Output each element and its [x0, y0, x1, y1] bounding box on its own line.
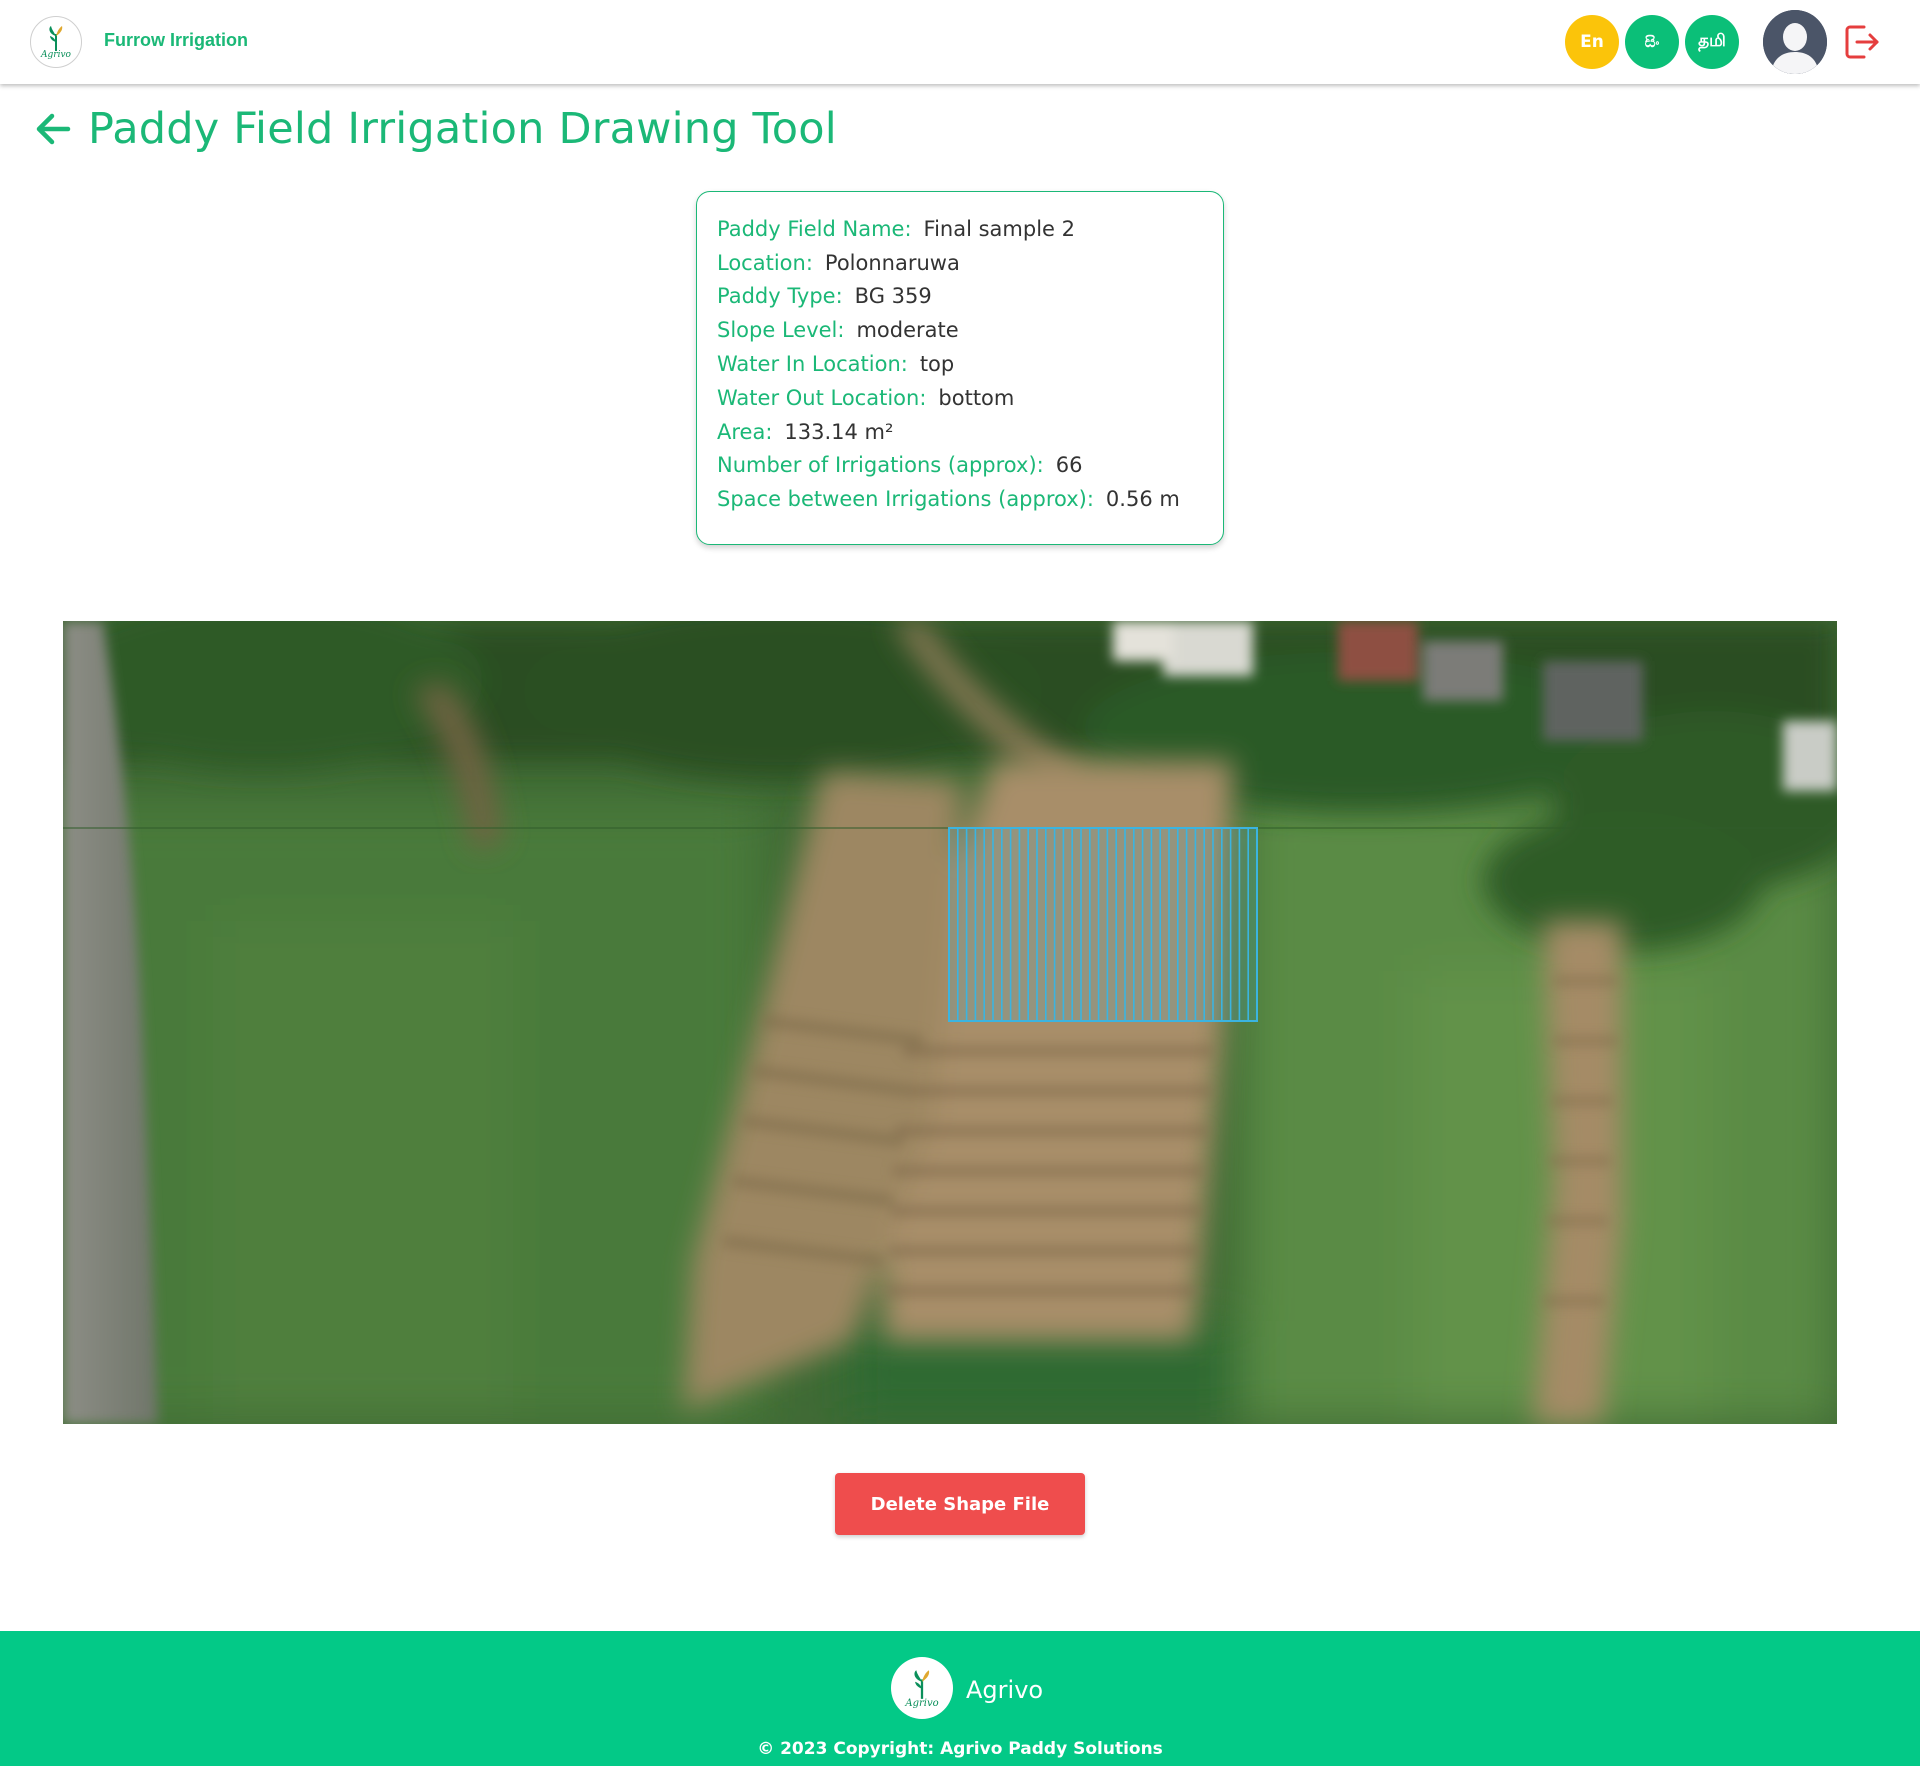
info-value: 0.56 m — [1105, 487, 1180, 512]
info-row-water-in: Water In Location: top — [717, 347, 1223, 381]
logo-text: Agrivo — [905, 1697, 939, 1709]
info-label: Paddy Type: — [717, 284, 843, 309]
info-value: Polonnaruwa — [824, 250, 960, 275]
rice-plant-icon — [49, 26, 63, 51]
page-heading: Paddy Field Irrigation Drawing Tool — [32, 104, 837, 154]
info-value: 133.14 m² — [784, 419, 894, 444]
language-en-button[interactable]: En — [1565, 15, 1619, 69]
info-label: Slope Level: — [717, 318, 845, 343]
info-row-location: Location: Polonnaruwa — [717, 246, 1223, 280]
info-row-irrigation-count: Number of Irrigations (approx): 66 — [717, 449, 1223, 483]
info-label: Number of Irrigations (approx): — [717, 453, 1044, 478]
info-value: BG 359 — [854, 284, 932, 309]
info-value: 66 — [1055, 453, 1083, 478]
delete-shape-file-button[interactable]: Delete Shape File — [835, 1473, 1085, 1535]
irrigation-overlay[interactable] — [948, 827, 1258, 1022]
info-row-area: Area: 133.14 m² — [717, 415, 1223, 449]
info-label: Water Out Location: — [717, 385, 927, 410]
user-avatar-icon[interactable] — [1763, 10, 1827, 74]
footer: Agrivo Agrivo © 2023 Copyright: Agrivo P… — [0, 1631, 1920, 1766]
field-info-card: Paddy Field Name: Final sample 2 Locatio… — [696, 191, 1224, 545]
info-row-field-name: Paddy Field Name: Final sample 2 — [717, 212, 1223, 246]
page-title: Paddy Field Irrigation Drawing Tool — [88, 104, 837, 154]
info-label: Paddy Field Name: — [717, 216, 912, 241]
arrow-left-icon[interactable] — [32, 108, 74, 150]
info-value: moderate — [856, 318, 959, 343]
satellite-map[interactable] — [63, 621, 1837, 1424]
info-value: Final sample 2 — [923, 216, 1075, 241]
info-value: top — [919, 352, 955, 377]
rice-plant-icon — [914, 1669, 930, 1699]
logo-text: Agrivo — [41, 50, 71, 60]
footer-brand: Agrivo — [966, 1676, 1044, 1704]
info-label: Space between Irrigations (approx): — [717, 487, 1094, 512]
info-label: Location: — [717, 250, 813, 275]
info-row-water-out: Water Out Location: bottom — [717, 381, 1223, 415]
info-label: Water In Location: — [717, 352, 908, 377]
footer-logo: Agrivo — [891, 1657, 953, 1719]
agrivo-logo[interactable]: Agrivo — [30, 16, 82, 68]
logout-icon[interactable] — [1842, 22, 1882, 62]
furrow-irrigation-link[interactable]: Furrow Irrigation — [104, 30, 248, 51]
info-label: Area: — [717, 419, 773, 444]
language-si-button[interactable]: සිං — [1625, 15, 1679, 69]
footer-copyright: © 2023 Copyright: Agrivo Paddy Solutions — [757, 1739, 1163, 1759]
info-value: bottom — [938, 385, 1015, 410]
language-ta-button[interactable]: தமி — [1685, 15, 1739, 69]
info-row-paddy-type: Paddy Type: BG 359 — [717, 280, 1223, 314]
info-row-slope-level: Slope Level: moderate — [717, 313, 1223, 347]
top-navbar: Agrivo Furrow Irrigation En සිං தமி — [0, 0, 1920, 84]
info-row-irrigation-spacing: Space between Irrigations (approx): 0.56… — [717, 482, 1223, 516]
satellite-imagery — [63, 621, 1837, 1424]
